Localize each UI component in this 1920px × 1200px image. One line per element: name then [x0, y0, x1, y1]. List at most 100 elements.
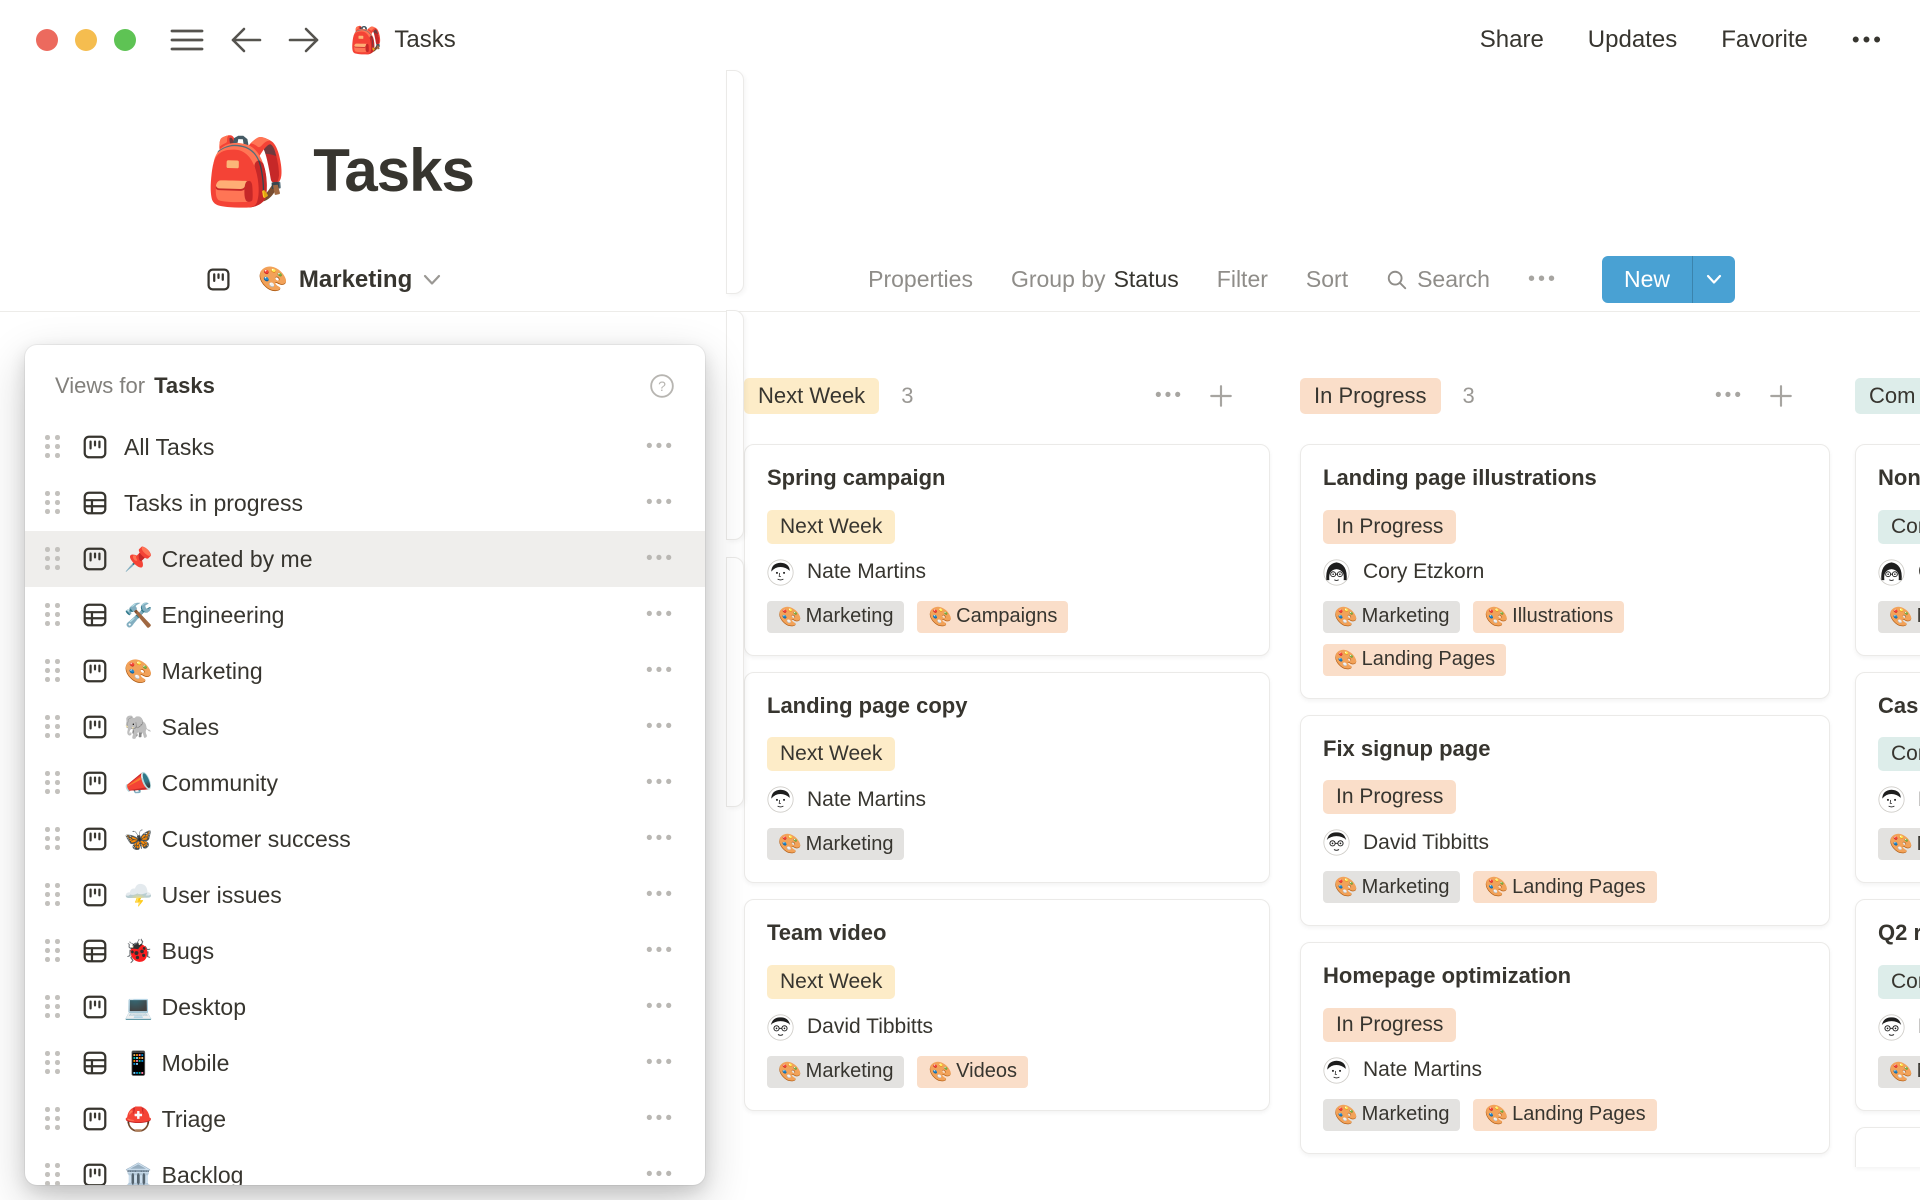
view-more-icon[interactable]: ••• — [646, 940, 675, 962]
view-row-mobile[interactable]: 📱Mobile••• — [25, 1035, 705, 1091]
task-card[interactable]: Fix signup pageIn ProgressDavid Tibbitts… — [1300, 715, 1830, 927]
view-more-icon[interactable]: ••• — [646, 772, 675, 794]
share-button[interactable]: Share — [1480, 26, 1544, 54]
view-more-icon[interactable]: ••• — [646, 828, 675, 850]
column-more-icon[interactable]: ••• — [1715, 385, 1744, 407]
view-more-icon[interactable]: ••• — [646, 492, 675, 514]
assignee-name: Nate Martins — [807, 788, 926, 812]
drag-handle-icon[interactable] — [45, 827, 61, 851]
view-more-icon[interactable]: ••• — [646, 1108, 675, 1130]
view-more-icon[interactable]: ••• — [1528, 268, 1558, 291]
drag-handle-icon[interactable] — [45, 603, 61, 627]
view-row-triage[interactable]: ⛑️Triage••• — [25, 1091, 705, 1147]
tag-list: 🎨Marketing🎨Videos — [767, 1056, 1247, 1088]
group-by-button[interactable]: Group byStatus — [1011, 266, 1179, 293]
triage-emoji: ⛑️ — [124, 1106, 153, 1133]
view-selector[interactable]: 🎨 Marketing — [205, 265, 441, 294]
search-button[interactable]: Search — [1386, 266, 1490, 293]
back-arrow-icon[interactable] — [230, 26, 262, 54]
drag-handle-icon[interactable] — [45, 883, 61, 907]
column-more-icon[interactable]: ••• — [1155, 385, 1184, 407]
filter-button[interactable]: Filter — [1217, 266, 1268, 293]
view-row-customer-success[interactable]: 🦋Customer success••• — [25, 811, 705, 867]
tag-list: 🎨Marketing🎨Landing Pages — [1323, 1099, 1807, 1131]
board-view-icon — [81, 433, 109, 461]
drag-handle-icon[interactable] — [45, 547, 61, 571]
view-more-icon[interactable]: ••• — [646, 884, 675, 906]
view-row-user-issues[interactable]: 🌩️User issues••• — [25, 867, 705, 923]
drag-handle-icon[interactable] — [45, 1163, 61, 1185]
traffic-lights — [36, 29, 136, 51]
page-header: 🎒 Tasks — [205, 138, 1920, 204]
assignee: David Tibbitts — [1323, 829, 1807, 856]
avatar — [767, 559, 794, 586]
drag-handle-icon[interactable] — [45, 771, 61, 795]
avatar — [1878, 559, 1905, 586]
more-options-icon[interactable]: ••• — [1852, 27, 1884, 53]
view-more-icon[interactable]: ••• — [646, 436, 675, 458]
assignee: E — [1878, 1014, 1920, 1041]
task-card[interactable]: Team videoNext WeekDavid Tibbitts🎨Market… — [744, 899, 1270, 1111]
view-row-marketing[interactable]: 🎨Marketing••• — [25, 643, 705, 699]
view-more-icon[interactable]: ••• — [646, 1164, 675, 1185]
drag-handle-icon[interactable] — [45, 659, 61, 683]
task-card[interactable] — [1855, 1127, 1920, 1167]
new-dropdown-button[interactable] — [1692, 256, 1735, 303]
drag-handle-icon[interactable] — [45, 1051, 61, 1075]
card-title: Spring campaign — [767, 464, 1247, 493]
drag-handle-icon[interactable] — [45, 491, 61, 515]
view-row-community[interactable]: 📣Community••• — [25, 755, 705, 811]
zoom-window-button[interactable] — [114, 29, 136, 51]
view-more-icon[interactable]: ••• — [646, 660, 675, 682]
desktop-emoji: 💻 — [124, 994, 153, 1021]
task-card[interactable]: Homepage optimizationIn ProgressNate Mar… — [1300, 942, 1830, 1154]
view-row-created-by-me[interactable]: 📌Created by me••• — [25, 531, 705, 587]
column-add-icon[interactable] — [1208, 383, 1234, 409]
view-selector-label: Marketing — [299, 266, 412, 294]
view-label: Created by me — [162, 546, 313, 573]
help-icon[interactable]: ? — [649, 373, 675, 399]
page-title[interactable]: Tasks — [313, 138, 474, 204]
forward-arrow-icon[interactable] — [288, 26, 320, 54]
task-card[interactable]: Spring campaignNext WeekNate Martins🎨Mar… — [744, 444, 1270, 656]
drag-handle-icon[interactable] — [45, 939, 61, 963]
new-button[interactable]: New — [1602, 256, 1692, 303]
task-card[interactable]: Landing page illustrationsIn ProgressCor… — [1300, 444, 1830, 699]
breadcrumb[interactable]: 🎒 Tasks — [350, 25, 456, 56]
page-backpack-icon[interactable]: 🎒 — [205, 138, 287, 204]
task-card[interactable]: Landing page copyNext WeekNate Martins🎨M… — [744, 672, 1270, 884]
view-row-desktop[interactable]: 💻Desktop••• — [25, 979, 705, 1035]
view-more-icon[interactable]: ••• — [646, 604, 675, 626]
sidebar-menu-icon[interactable] — [170, 27, 204, 53]
tag-landing-pages: 🎨Landing Pages — [1473, 1099, 1656, 1131]
view-row-engineering[interactable]: 🛠️Engineering••• — [25, 587, 705, 643]
drag-handle-icon[interactable] — [45, 715, 61, 739]
view-more-icon[interactable]: ••• — [646, 716, 675, 738]
view-row-sales[interactable]: 🐘Sales••• — [25, 699, 705, 755]
view-row-tasks-in-progress[interactable]: Tasks in progress••• — [25, 475, 705, 531]
sort-button[interactable]: Sort — [1306, 266, 1348, 293]
minimize-window-button[interactable] — [75, 29, 97, 51]
properties-button[interactable]: Properties — [868, 266, 973, 293]
updates-button[interactable]: Updates — [1588, 26, 1677, 54]
drag-handle-icon[interactable] — [45, 435, 61, 459]
favorite-button[interactable]: Favorite — [1721, 26, 1808, 54]
palette-emoji: 🎨 — [778, 832, 802, 856]
drag-handle-icon[interactable] — [45, 1107, 61, 1131]
column-add-icon[interactable] — [1768, 383, 1794, 409]
status-badge: In Progress — [1323, 510, 1456, 544]
view-more-icon[interactable]: ••• — [646, 548, 675, 570]
assignee: Cory Etzkorn — [1323, 559, 1807, 586]
task-card[interactable]: Q2 rConE🎨M — [1855, 899, 1920, 1111]
avatar — [767, 786, 794, 813]
view-row-all-tasks[interactable]: All Tasks••• — [25, 419, 705, 475]
task-card[interactable]: CasConN🎨M — [1855, 672, 1920, 884]
view-more-icon[interactable]: ••• — [646, 1052, 675, 1074]
view-more-icon[interactable]: ••• — [646, 996, 675, 1018]
view-row-backlog[interactable]: 🏛️Backlog••• — [25, 1147, 705, 1185]
view-row-bugs[interactable]: 🐞Bugs••• — [25, 923, 705, 979]
drag-handle-icon[interactable] — [45, 995, 61, 1019]
column-header: In Progress3••• — [1300, 378, 1830, 414]
task-card[interactable]: NonConC🎨M — [1855, 444, 1920, 656]
close-window-button[interactable] — [36, 29, 58, 51]
